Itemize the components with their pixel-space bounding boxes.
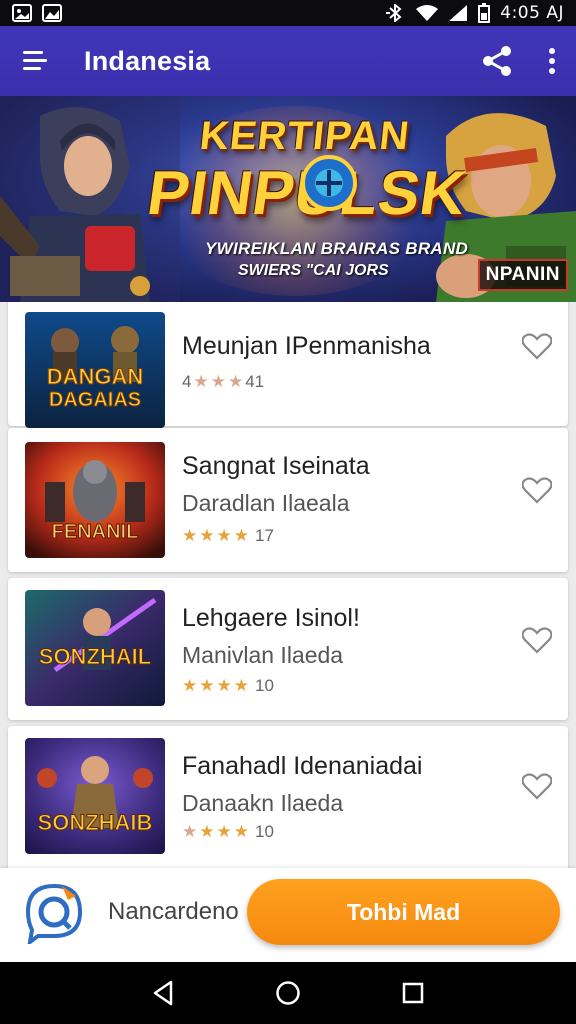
rating-count: 41 [245,372,265,391]
item-thumbnail: SONZHAIL [25,590,165,706]
list-item[interactable]: FENANIL Sangnat Iseinata Daradlan Ilaeal… [8,428,568,572]
status-bar: 4:05 AJ [0,0,576,26]
more-options-button[interactable] [528,26,576,96]
star-icon: ★ [182,526,198,545]
image-icon [12,4,32,22]
system-nav-bar [0,962,576,1024]
favorite-icon[interactable] [522,332,552,360]
star-icon: ★ [233,526,249,545]
banner-badge: NPANIN [477,259,568,291]
item-title: Lehgaere Isinol! [182,604,360,632]
item-title: Fanahadl Idenaniadai [182,752,423,780]
svg-text:SONZHAIL: SONZHAIL [39,644,151,669]
menu-icon [23,51,47,70]
star-icon: ★ [233,676,249,695]
home-button[interactable] [268,973,308,1013]
recents-icon [403,982,424,1004]
rating-count: 10 [255,676,274,695]
item-rating: ★ ★ ★ ★ 17 [182,526,274,546]
page-title: Indanesia [84,45,211,76]
item-rating: ★ ★ ★ ★ 10 [182,822,274,842]
item-subtitle: Danaakn Ilaeda [182,790,344,816]
gallery-icon [42,4,62,22]
signal-icon [449,5,468,21]
app-logo-icon[interactable] [24,882,84,944]
favorite-icon[interactable] [522,476,552,504]
star-icon: ★ [216,676,232,695]
svg-text:DAGAIAS: DAGAIAS [49,389,141,411]
banner-emblem-icon [301,155,357,211]
item-title: Sangnat Iseinata [182,452,370,480]
item-title: Meunjan IPenmanisha [182,332,431,360]
rating-value: 4 [182,372,192,391]
rating-count: 17 [255,526,274,545]
banner-subtitle-line1: YWIREIKLAN BRAIRAS BRAND [205,239,469,258]
share-icon [483,46,511,76]
back-button[interactable] [143,973,183,1013]
app-bar: Indanesia [0,26,576,96]
list-item[interactable]: SONZHAIB Fanahadl Idenaniadai Danaakn Il… [8,726,568,868]
bluetooth-icon [386,4,402,22]
promo-banner[interactable]: KERTIPAN PINPULSK YWIREIKLAN BRAIRAS BRA… [0,96,576,302]
svg-text:DANGAN: DANGAN [47,364,144,389]
bottom-action-bar: Nancardeno Tohbi Mad [0,868,576,962]
home-icon [276,981,300,1005]
battery-icon [478,3,491,23]
list-item[interactable]: SONZHAIL Lehgaere Isinol! Manivlan Ilaed… [8,578,568,720]
item-thumbnail: DANGAN DAGAIAS [25,312,165,428]
star-icon: ★ [199,676,215,695]
star-icon: ★ [216,526,232,545]
star-icon: ★ [233,822,249,841]
star-icon: ★ [182,822,198,841]
star-icon: ★ [216,822,232,841]
rating-count: 10 [255,822,274,841]
bottom-label: Nancardeno [108,898,239,925]
banner-title-line1: KERTIPAN [197,114,412,158]
game-list: DANGAN DAGAIAS Meunjan IPenmanisha 4 ★ ★… [0,302,576,868]
item-rating: 4 ★ ★ ★ 41 [182,372,264,392]
back-icon [153,980,172,1006]
more-vert-icon [549,48,555,74]
item-thumbnail: SONZHAIB [25,738,165,854]
wifi-icon [416,5,439,21]
svg-text:SONZHAIB: SONZHAIB [38,810,153,835]
clock: 4:05 AJ [500,3,564,23]
banner-subtitle-line2: SWIERS "CAI JORS [238,262,389,279]
recents-button[interactable] [393,973,433,1013]
star-icon: ★ [199,822,215,841]
primary-action-button[interactable]: Tohbi Mad [247,879,560,945]
menu-button[interactable] [0,26,72,96]
list-item[interactable]: DANGAN DAGAIAS Meunjan IPenmanisha 4 ★ ★… [8,302,568,428]
item-thumbnail: FENANIL [25,442,165,558]
item-subtitle: Manivlan Ilaeda [182,642,344,668]
star-icon: ★ [210,372,226,391]
share-button[interactable] [466,26,528,96]
favorite-icon[interactable] [522,626,552,654]
favorite-icon[interactable] [522,772,552,800]
item-rating: ★ ★ ★ ★ 10 [182,676,274,696]
item-subtitle: Daradlan Ilaeala [182,490,350,516]
star-icon: ★ [199,526,215,545]
star-icon: ★ [182,676,198,695]
svg-text:FENANIL: FENANIL [52,521,139,543]
star-icon: ★ [193,372,209,391]
star-icon: ★ [227,372,244,391]
